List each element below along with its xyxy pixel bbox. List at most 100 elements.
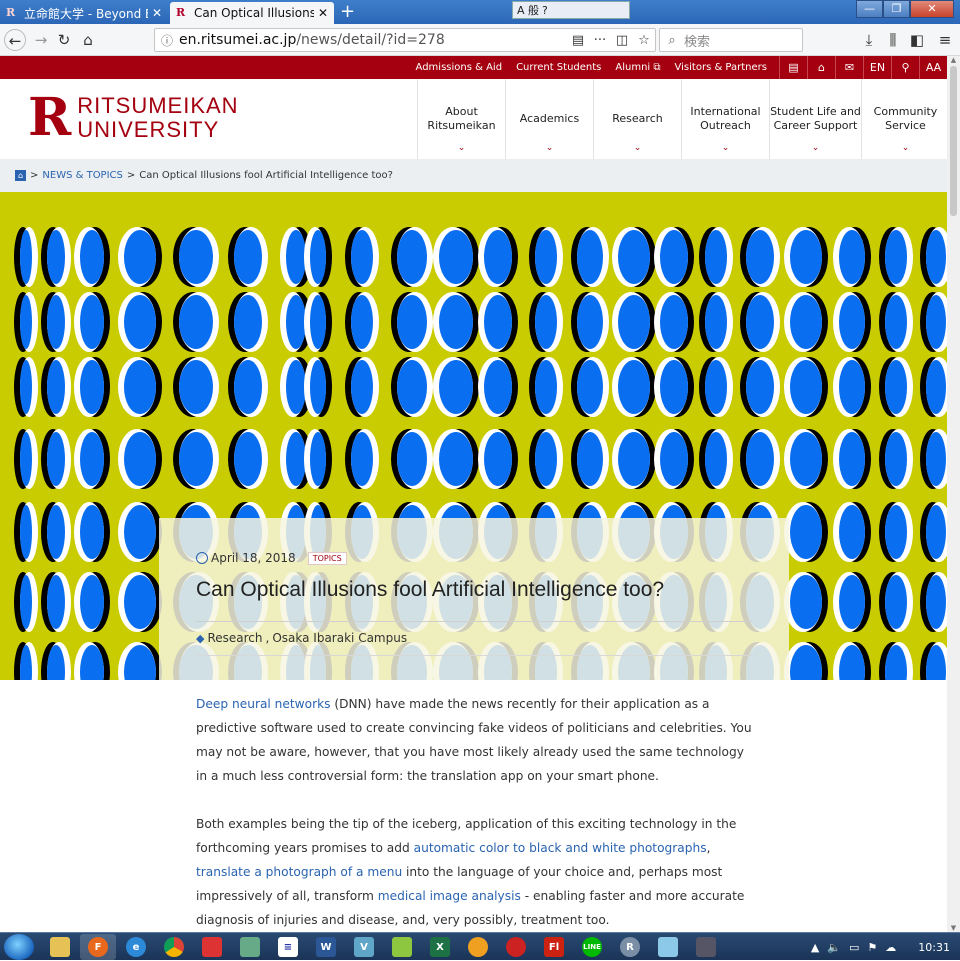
nav-about[interactable]: About Ritsumeikan ⌄ bbox=[417, 79, 505, 159]
line-app[interactable]: LINE bbox=[574, 934, 610, 960]
link-deep-neural-networks[interactable]: Deep neural networks bbox=[196, 697, 331, 711]
close-tab-icon[interactable]: ✕ bbox=[152, 6, 162, 20]
brochure-icon[interactable]: ▤ bbox=[779, 56, 807, 79]
search-input[interactable]: ⌕ 検索 bbox=[659, 28, 803, 52]
url-text[interactable]: en.ritsumei.ac.jp/news/detail/?id=278 bbox=[179, 32, 567, 48]
excel-app[interactable]: X bbox=[422, 934, 458, 960]
library-icon[interactable]: ⫼ bbox=[882, 29, 904, 51]
word-app[interactable]: W bbox=[308, 934, 344, 960]
jet-app[interactable] bbox=[232, 934, 268, 960]
pdf-icon bbox=[506, 937, 526, 957]
university-logo[interactable]: R RITSUMEIKAN UNIVERSITY bbox=[28, 92, 239, 144]
article-tags: ◆ Research, Osaka Ibaraki Campus bbox=[196, 631, 408, 645]
nav-international[interactable]: International Outreach ⌄ bbox=[681, 79, 769, 159]
sidebar-icon[interactable]: ◧ bbox=[906, 29, 928, 51]
maximize-button[interactable]: ❐ bbox=[883, 0, 910, 18]
tag-research[interactable]: Research bbox=[207, 631, 262, 645]
page-scrollbar[interactable]: ▲ ▼ bbox=[947, 56, 960, 932]
clock[interactable]: 10:31 bbox=[918, 941, 950, 954]
mail-icon[interactable]: ✉ bbox=[835, 56, 863, 79]
address-bar[interactable]: ⓘ en.ritsumei.ac.jp/news/detail/?id=278 … bbox=[154, 28, 656, 52]
display-icon[interactable]: ▭ bbox=[849, 941, 859, 954]
illusion-dot bbox=[179, 295, 213, 349]
scrollbar-thumb[interactable] bbox=[950, 66, 957, 216]
link-auto-color[interactable]: automatic color to black and white photo… bbox=[414, 841, 707, 855]
system-tray: ▲ 🔈 ▭ ⚑ ☁ 10:31 bbox=[811, 933, 950, 961]
link-translate-menu[interactable]: translate a photograph of a menu bbox=[196, 865, 402, 879]
illusion-dot bbox=[839, 575, 865, 629]
language-button[interactable]: EN bbox=[863, 56, 891, 79]
illusion-dot bbox=[310, 360, 326, 414]
vim-app[interactable]: V bbox=[346, 934, 382, 960]
site-utility-bar: Admissions & Aid Current Students Alumni… bbox=[0, 56, 947, 79]
link-medical-image[interactable]: medical image analysis bbox=[378, 889, 521, 903]
home-icon[interactable]: ⌂ bbox=[77, 29, 99, 51]
pdf-app[interactable] bbox=[498, 934, 534, 960]
tray-expand-icon[interactable]: ▲ bbox=[811, 941, 819, 954]
illusion-dot bbox=[80, 230, 104, 284]
nav-community[interactable]: Community Service ⌄ bbox=[861, 79, 949, 159]
start-button[interactable] bbox=[4, 934, 34, 960]
firefox-app[interactable]: F bbox=[80, 934, 116, 960]
back-arrow-icon[interactable]: ← bbox=[4, 29, 26, 51]
nav-student-life[interactable]: Student Life and Career Support ⌄ bbox=[769, 79, 861, 159]
nav-academics[interactable]: Academics ⌄ bbox=[505, 79, 593, 159]
chrome-app[interactable] bbox=[156, 934, 192, 960]
close-tab-icon[interactable]: ✕ bbox=[318, 6, 328, 20]
new-tab-button[interactable]: + bbox=[340, 1, 355, 22]
nav-research[interactable]: Research ⌄ bbox=[593, 79, 681, 159]
link-current-students[interactable]: Current Students bbox=[516, 62, 601, 73]
gimp-app[interactable] bbox=[384, 934, 420, 960]
window-close-button[interactable]: ✕ bbox=[910, 0, 954, 18]
menu-icon[interactable]: ≡ bbox=[934, 29, 956, 51]
illusion-dot bbox=[47, 230, 65, 284]
downloads-icon[interactable]: ⤓ bbox=[858, 29, 880, 51]
illusion-dot bbox=[20, 505, 32, 559]
illusion-dot bbox=[746, 295, 774, 349]
tag-osaka-ibaraki[interactable]: Osaka Ibaraki Campus bbox=[272, 631, 407, 645]
breadcrumb-news-topics[interactable]: NEWS & TOPICS bbox=[42, 170, 122, 181]
scroll-down-icon[interactable]: ▼ bbox=[947, 924, 960, 932]
reload-icon[interactable]: ↻ bbox=[53, 29, 75, 51]
scroll-up-icon[interactable]: ▲ bbox=[947, 56, 960, 64]
network-app[interactable] bbox=[688, 934, 724, 960]
link-admissions[interactable]: Admissions & Aid bbox=[416, 62, 503, 73]
camera-app[interactable] bbox=[194, 934, 230, 960]
flag-icon[interactable]: ⚑ bbox=[867, 941, 877, 954]
page-actions-icon[interactable]: ··· bbox=[589, 33, 611, 48]
search-app[interactable] bbox=[460, 934, 496, 960]
explorer-app[interactable] bbox=[42, 934, 78, 960]
illusion-dot bbox=[397, 432, 427, 486]
internet-explorer-icon: e bbox=[126, 937, 146, 957]
ime-help-icon[interactable]: ? bbox=[542, 4, 548, 17]
site-info-icon[interactable]: ⓘ bbox=[155, 32, 179, 49]
fl-app[interactable]: Fl bbox=[536, 934, 572, 960]
r-app[interactable]: R bbox=[612, 934, 648, 960]
category-badge[interactable]: TOPICS bbox=[307, 551, 347, 565]
font-size-button[interactable]: AA bbox=[919, 56, 947, 79]
tab-article[interactable]: R Can Optical Illusions fo ✕ bbox=[170, 2, 334, 24]
link-visitors-partners[interactable]: Visitors & Partners bbox=[675, 62, 767, 73]
pocket-icon[interactable]: ◫ bbox=[611, 33, 633, 48]
notes-app[interactable] bbox=[650, 934, 686, 960]
minimize-button[interactable]: — bbox=[856, 0, 883, 18]
site-search-icon[interactable]: ⚲ bbox=[891, 56, 919, 79]
r-icon: R bbox=[620, 937, 640, 957]
illusion-dot bbox=[20, 230, 32, 284]
breadcrumb: ⌂ > NEWS & TOPICS > Can Optical Illusion… bbox=[0, 159, 947, 192]
campus-icon[interactable]: ⌂ bbox=[807, 56, 835, 79]
tab-ritsumeikan-jp[interactable]: R 立命館大学 - Beyond Bo ✕ bbox=[0, 2, 168, 24]
cloud-icon[interactable]: ☁ bbox=[885, 941, 896, 954]
illusion-dot bbox=[124, 432, 156, 486]
link-alumni[interactable]: Alumni ⧉ bbox=[615, 62, 660, 73]
ie-app[interactable]: e bbox=[118, 934, 154, 960]
bookmark-star-icon[interactable]: ☆ bbox=[633, 33, 655, 48]
home-icon[interactable]: ⌂ bbox=[15, 170, 26, 181]
reader-view-icon[interactable]: ▤ bbox=[567, 33, 589, 48]
ime-toolbar[interactable]: A 般 ? bbox=[512, 1, 630, 19]
volume-icon[interactable]: 🔈 bbox=[827, 941, 841, 954]
illusion-dot bbox=[660, 295, 688, 349]
word-old-app[interactable]: ≡ bbox=[270, 934, 306, 960]
search-icon: ⌕ bbox=[668, 32, 676, 48]
forward-arrow-icon[interactable]: → bbox=[30, 29, 52, 51]
